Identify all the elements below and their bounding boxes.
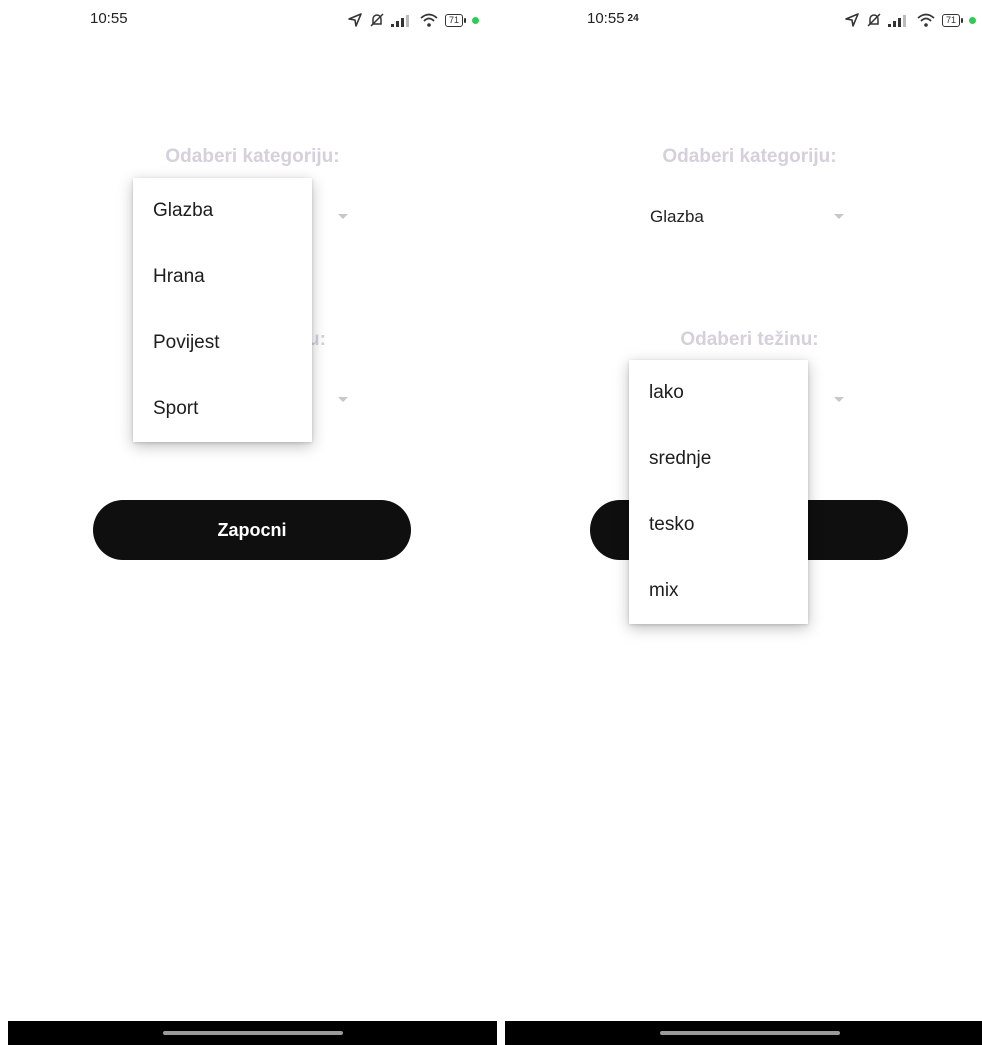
signal-bars-icon bbox=[390, 15, 409, 27]
chevron-down-icon[interactable] bbox=[338, 397, 348, 402]
mute-bell-icon bbox=[370, 13, 384, 27]
wifi-icon bbox=[917, 13, 935, 27]
start-button[interactable]: Zapocni bbox=[93, 500, 411, 560]
wifi-icon bbox=[420, 13, 438, 27]
navigation-bar bbox=[8, 1021, 497, 1045]
menu-item-sport[interactable]: Sport bbox=[133, 376, 312, 442]
menu-item-hrana[interactable]: Hrana bbox=[133, 244, 312, 310]
menu-item-srednje[interactable]: srednje bbox=[629, 426, 808, 492]
difficulty-dropdown-menu: lako srednje tesko mix bbox=[629, 360, 808, 624]
status-bar: 10:55 24 71 bbox=[505, 0, 982, 40]
battery-icon: 71 bbox=[941, 13, 963, 27]
category-dropdown-menu: Glazba Hrana Povijest Sport bbox=[133, 178, 312, 442]
camera-indicator-dot bbox=[969, 16, 976, 24]
status-time-suffix: 24 bbox=[627, 13, 639, 24]
home-indicator[interactable] bbox=[659, 1031, 840, 1035]
navigation-bar bbox=[505, 1021, 982, 1045]
category-selected-value[interactable]: Glazba bbox=[650, 207, 704, 227]
category-label: Odaberi kategoriju: bbox=[165, 146, 340, 167]
chevron-down-icon[interactable] bbox=[338, 214, 348, 219]
location-arrow-icon bbox=[845, 13, 859, 27]
camera-indicator-dot bbox=[472, 16, 479, 24]
battery-icon: 71 bbox=[444, 13, 466, 27]
status-icons: 71 bbox=[844, 10, 976, 30]
difficulty-label: Odaberi težinu: bbox=[680, 329, 819, 350]
signal-bars-icon bbox=[887, 15, 906, 27]
menu-item-povijest[interactable]: Povijest bbox=[133, 310, 312, 376]
phone-screen-left: 10:55 71 Odaberi kategoriju: u: Zapocni … bbox=[8, 0, 497, 1045]
home-indicator[interactable] bbox=[162, 1031, 343, 1035]
menu-item-lako[interactable]: lako bbox=[629, 360, 808, 426]
status-time: 10:55 bbox=[90, 10, 128, 27]
status-time: 10:55 24 bbox=[587, 10, 639, 27]
menu-item-tesko[interactable]: tesko bbox=[629, 492, 808, 558]
category-label: Odaberi kategoriju: bbox=[662, 146, 837, 167]
status-bar: 10:55 71 bbox=[8, 0, 497, 40]
location-arrow-icon bbox=[348, 13, 362, 27]
mute-bell-icon bbox=[867, 13, 881, 27]
status-icons: 71 bbox=[347, 10, 479, 30]
phone-screen-right: 10:55 24 71 Odaberi kategoriju: Glazba Od… bbox=[505, 0, 982, 1045]
chevron-down-icon[interactable] bbox=[834, 214, 844, 219]
menu-item-glazba[interactable]: Glazba bbox=[133, 178, 312, 244]
chevron-down-icon[interactable] bbox=[834, 397, 844, 402]
menu-item-mix[interactable]: mix bbox=[629, 558, 808, 624]
